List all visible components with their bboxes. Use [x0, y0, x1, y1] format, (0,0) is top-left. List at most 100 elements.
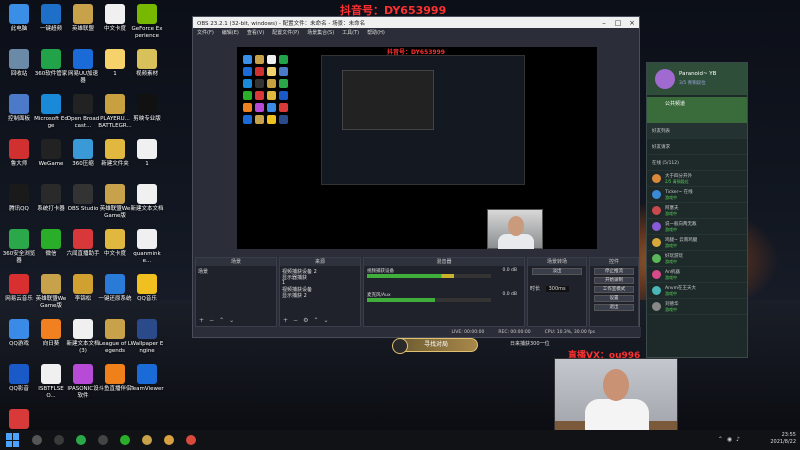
up-icon[interactable]: ⌃ [313, 317, 318, 324]
up-icon[interactable]: ⌃ [219, 317, 224, 324]
windows-start-icon[interactable] [6, 433, 20, 447]
obs-menu-item[interactable]: 工具(T) [342, 29, 359, 36]
mixer-panel[interactable]: 混音器 视频捕获设备 0.0 dB 麦克风/Aux 0.0 dB [363, 257, 525, 327]
sources-panel[interactable]: 来源 视频捕获设备 2 显示器捕获 1 视频捕获设备 显示捕获 2 + − ⚙ ⌃ ⌄ [279, 257, 361, 327]
source-item[interactable]: 显示捕获 2 [282, 292, 358, 299]
chevron-up-icon[interactable]: ⌃ [718, 436, 723, 443]
league-taskbar-icon[interactable] [142, 435, 152, 445]
transition-select[interactable]: 淡出 [532, 268, 582, 275]
desktop-icon[interactable]: 网易云音乐 [2, 274, 36, 303]
desktop-icon[interactable]: Open Broadcast... [66, 94, 100, 129]
obs-menu-item[interactable]: 查看(V) [247, 29, 264, 36]
desktop-icon[interactable]: ISBTFLSEO... [34, 364, 68, 399]
desktop-icon[interactable]: 中文卡度 [98, 229, 132, 258]
desktop-icon[interactable]: 中文卡度 [98, 4, 132, 33]
desktop-icon[interactable]: QQ音乐 [130, 274, 164, 303]
obs-menu-item[interactable]: 配置文件(P) [272, 29, 299, 36]
obs-preview[interactable]: 抖音号：DY653999 [237, 47, 597, 249]
friend-row[interactable]: 阿塞夫 游戏中 [647, 203, 747, 219]
volume-icon[interactable]: ♪ [736, 436, 740, 443]
minimize-icon[interactable]: – [597, 19, 611, 27]
clock[interactable]: 23:55 2021/8/22 [770, 432, 796, 446]
control-button[interactable]: 退出 [594, 304, 634, 311]
down-icon[interactable]: ⌄ [229, 317, 234, 324]
desktop-icon[interactable]: quanminke... [130, 229, 164, 264]
desktop-icon[interactable]: 英雄联盟WeGame版 [98, 184, 132, 219]
maximize-icon[interactable]: □ [611, 19, 625, 27]
desktop-icon[interactable]: TeamViewer [130, 364, 164, 393]
control-button[interactable]: 工作室模式 [594, 286, 634, 293]
desktop-icon[interactable]: OBS Studio [66, 184, 100, 213]
friend-row[interactable]: 鸡腿~ 云南鸡腿 游戏中 [647, 235, 747, 251]
desktop-icon[interactable]: 1 [130, 139, 164, 168]
desktop-icon[interactable]: 回收站 [2, 49, 36, 78]
task-view-icon[interactable] [54, 435, 64, 445]
wechat-taskbar-icon[interactable] [120, 435, 130, 445]
friend-row[interactable]: 刘德华 游戏中 [647, 299, 747, 315]
desktop-icon[interactable]: Microsoft Edge [34, 94, 68, 129]
obs-menu-item[interactable]: 编辑(E) [222, 29, 239, 36]
desktop-icon[interactable]: IPASONIC设软件 [66, 364, 100, 399]
desktop-icon[interactable]: PLAYERU... BATTLEGR... [98, 94, 132, 129]
taskbar-app-icon[interactable] [186, 435, 196, 445]
close-icon[interactable]: × [625, 19, 639, 27]
mixer-track[interactable]: 视频捕获设备 0.0 dB [367, 268, 521, 282]
desktop-icon[interactable]: 斗鱼直播伴侣 [98, 364, 132, 393]
obs-menu-item[interactable]: 文件(F) [197, 29, 214, 36]
desktop-icon[interactable]: 新建文本文档(3) [66, 319, 100, 354]
desktop-icon[interactable]: 360安全浏览器 [2, 229, 36, 264]
add-icon[interactable]: + [283, 317, 288, 324]
desktop-icon[interactable]: 李锦松 [66, 274, 100, 303]
desktop-icon[interactable]: 360软件管家 [34, 49, 68, 78]
friend-row[interactable]: Anvm在王天大 游戏中 [647, 283, 747, 299]
desktop-icon[interactable]: 360压缩 [66, 139, 100, 168]
desktop-icon[interactable]: 剪映专业版 [130, 94, 164, 123]
obs-taskbar-icon[interactable] [98, 435, 108, 445]
desktop-icon[interactable]: 六闻直播助手 [66, 229, 100, 258]
desktop-icon[interactable]: 英雄联盟WeGame版 [34, 274, 68, 309]
friend-row[interactable]: 大于四分开外 2/5 青铜段位 [647, 171, 747, 187]
desktop-icon[interactable]: GeForce Experience [130, 4, 164, 39]
down-icon[interactable]: ⌄ [323, 317, 328, 324]
obs-menu-item[interactable]: 场景集合(S) [307, 29, 334, 36]
online-section[interactable]: 在线 (5/112) [647, 155, 747, 171]
controls-panel[interactable]: 控件 停止推流 开始录制 工作室模式 设置 退出 [589, 257, 639, 327]
friend-row[interactable]: An机器 游戏中 [647, 267, 747, 283]
obs-window[interactable]: OBS 23.2.1 (32-bit, windows) - 配置文件：未命名 … [192, 16, 641, 338]
desktop-icon[interactable]: WeGame [34, 139, 68, 168]
desktop-icon[interactable]: 一键还原系统 [98, 274, 132, 303]
desktop-icon[interactable]: QQ影音 [2, 364, 36, 393]
desktop-icon[interactable]: League of Legends [98, 319, 132, 354]
friend-row[interactable]: 好玩游玩 游戏中 [647, 251, 747, 267]
desktop-icon[interactable]: 此电脑 [2, 4, 36, 33]
find-match-button[interactable]: 寻找对局 [392, 338, 478, 354]
desktop-icon[interactable]: 1 [98, 49, 132, 78]
desktop-icon[interactable]: 新建文件夹 [98, 139, 132, 168]
friends-chat-panel[interactable]: Paranoid~ YB 3/5 青铜段位 公共频道 好友列表 好友请求 在线 … [646, 62, 748, 358]
desktop-icon[interactable]: 英雄联盟 [66, 4, 100, 33]
profile-header[interactable]: Paranoid~ YB 3/5 青铜段位 [647, 63, 747, 95]
mixer-track[interactable]: 麦克风/Aux 0.0 dB [367, 292, 521, 306]
desktop-icon[interactable]: 向日葵 [34, 319, 68, 348]
scenes-panel[interactable]: 场景 场景 + − ⌃ ⌄ [195, 257, 277, 327]
obs-titlebar[interactable]: OBS 23.2.1 (32-bit, windows) - 配置文件：未命名 … [193, 17, 639, 28]
control-button[interactable]: 开始录制 [594, 277, 634, 284]
friend-row[interactable]: 说一般向两无敌 游戏中 [647, 219, 747, 235]
taskbar-app-icon[interactable] [76, 435, 86, 445]
desktop-icon[interactable]: 一键超频 [34, 4, 68, 33]
desktop-icon[interactable]: 视频素材 [130, 49, 164, 78]
add-icon[interactable]: + [199, 317, 204, 324]
friend-row[interactable]: Ticker~ 在线 游戏中 [647, 187, 747, 203]
desktop-icon[interactable]: 腾讯QQ [2, 184, 36, 213]
group-chat[interactable]: 公共频道 [647, 97, 747, 123]
search-icon[interactable] [32, 435, 42, 445]
duration-input[interactable]: 300ms [545, 286, 569, 292]
desktop-icon[interactable]: 新建文本文档 [130, 184, 164, 213]
desktop-icon[interactable]: 系统打卡器 [34, 184, 68, 213]
remove-icon[interactable]: − [209, 317, 214, 324]
desktop-icon[interactable]: 网易UU加速器 [66, 49, 100, 84]
control-button[interactable]: 停止推流 [594, 268, 634, 275]
network-icon[interactable]: ◉ [727, 436, 732, 443]
scene-item[interactable]: 场景 [196, 266, 276, 277]
gear-icon[interactable]: ⚙ [303, 317, 308, 324]
